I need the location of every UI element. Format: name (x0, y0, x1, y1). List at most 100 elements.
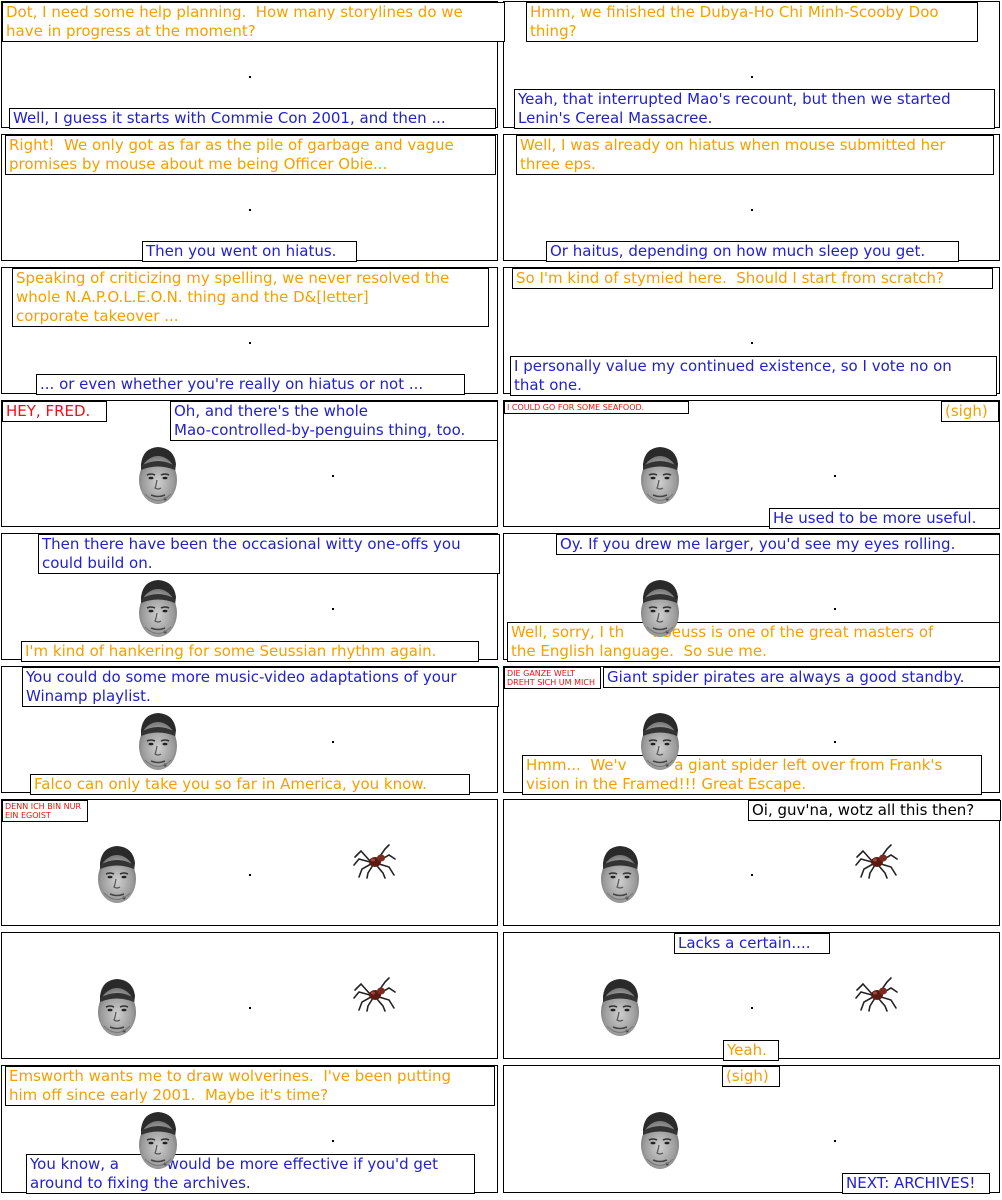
panel-dot (834, 1140, 836, 1142)
comic-panel: Oi, guv'na, wotz all this then? (503, 799, 1001, 926)
panel-dot (834, 475, 836, 477)
bubble-line: Then there have been the occasional witt… (42, 535, 461, 553)
speech-bubble-fred: NEXT: ARCHIVES! (842, 1173, 990, 1194)
bubble-line: Mao-controlled-by-penguins thing, too. (174, 421, 466, 439)
speech-bubble-fred: Or haitus, depending on how much sleep y… (546, 241, 959, 262)
panel-dot (332, 608, 334, 610)
panel-dot (751, 874, 753, 876)
bubble-line: corporate takeover ... (16, 307, 179, 325)
speech-bubble-fred: Oh, and there's the whole Mao-controlled-… (170, 401, 498, 441)
spider-icon (353, 843, 397, 883)
speech-bubble-shout: DENN ICH BIN NUR EIN EGOIST (2, 800, 88, 822)
mao-face-icon (633, 710, 687, 778)
mao-face-icon (593, 843, 647, 911)
bubble-line: Hmm... We'v a giant spider left over fro… (526, 756, 943, 774)
comic-panel: DIE GANZE WELT DREHT SICH UM MICH Giant sp… (503, 666, 1000, 795)
comic-panel: Well, I was already on hiatus when mouse… (503, 134, 1000, 262)
bubble-line: NEXT: ARCHIVES! (846, 1174, 976, 1192)
bubble-line: EIN EGOIST (5, 811, 51, 820)
bubble-line: whole N.A.P.O.L.E.O.N. thing and the D&[… (16, 288, 369, 306)
speech-bubble-shout: HEY, FRED. (2, 401, 107, 422)
bubble-line: Lacks a certain.... (678, 934, 811, 952)
panel-dot (332, 1140, 334, 1142)
bubble-line: He used to be more useful. (773, 509, 977, 527)
speech-bubble-fred: Giant spider pirates are always a good s… (603, 667, 1000, 688)
panel-dot (751, 209, 753, 211)
bubble-line: the English language. So sue me. (511, 642, 767, 660)
mao-face-icon (131, 577, 185, 645)
spider-icon (353, 976, 397, 1016)
bubble-line: I personally value my continued existenc… (514, 357, 952, 375)
bubble-line: Yeah, that interrupted Mao's recount, bu… (518, 90, 951, 108)
bubble-line: Speaking of criticizing my spelling, we … (16, 269, 450, 287)
bubble-line: Oh, and there's the whole (174, 402, 368, 420)
panel-dot (249, 342, 251, 344)
bubble-line: Hmm, we finished the Dubya-Ho Chi Minh-S… (530, 3, 939, 21)
panel-dot (332, 475, 334, 477)
comic-panel: Then there have been the occasional witt… (1, 533, 500, 662)
bubble-line: Lenin's Cereal Massacree. (518, 109, 713, 127)
bubble-line: I COULD GO FOR SOME SEAFOOD. (507, 403, 645, 412)
panel-dot (834, 741, 836, 743)
speech-bubble-dot: Well, sorry, I th . Seuss is one of the … (507, 622, 1000, 662)
bubble-line: Yeah. (727, 1041, 767, 1059)
speech-bubble-dot: (sigh) (722, 1066, 780, 1087)
bubble-line: Well, I guess it starts with Commie Con … (13, 109, 446, 127)
bubble-line: So I'm kind of stymied here. Should I st… (516, 269, 945, 287)
mao-face-icon (131, 444, 185, 512)
comic-panel: Right! We only got as far as the pile of… (1, 134, 498, 262)
comic-panel: You could do some more music-video adapt… (1, 666, 499, 795)
speech-bubble-dot: Hmm, we finished the Dubya-Ho Chi Minh-S… (526, 2, 978, 42)
speech-bubble-fred: He used to be more useful. (769, 508, 1000, 529)
mao-face-icon (90, 976, 144, 1044)
comic-panel: Hmm, we finished the Dubya-Ho Chi Minh-S… (503, 1, 1000, 129)
speech-bubble-fred: You could do some more music-video adapt… (22, 667, 499, 707)
bubble-line: I'm kind of hankering for some Seussian … (25, 642, 437, 660)
bubble-line: Well, sorry, I th . Seuss is one of the … (511, 623, 934, 641)
panel-dot (332, 741, 334, 743)
comic-panel: Lacks a certain.... Yeah. (503, 932, 1000, 1061)
speech-bubble-other: Oi, guv'na, wotz all this then? (748, 800, 1001, 821)
speech-bubble-fred: You know, a would be more effective if y… (26, 1154, 475, 1194)
comic-panel: Speaking of criticizing my spelling, we … (1, 267, 498, 395)
comic-panel: So I'm kind of stymied here. Should I st… (503, 267, 1000, 396)
bubble-line: Dot, I need some help planning. How many… (6, 3, 463, 21)
comic-panel (1, 932, 498, 1059)
panel-dot (834, 608, 836, 610)
mao-face-icon (131, 710, 185, 778)
bubble-line: around to fixing the archives. (30, 1174, 251, 1192)
bubble-line: You know, a would be more effective if y… (30, 1155, 439, 1173)
speech-bubble-dot: Emsworth wants me to draw wolverines. I'… (5, 1066, 495, 1106)
bubble-line: DENN ICH BIN NUR (5, 802, 82, 811)
panel-dot (249, 874, 251, 876)
speech-bubble-fred: Lacks a certain.... (674, 933, 830, 954)
bubble-line: promises by mouse about me being Officer… (9, 155, 388, 173)
spider-icon (855, 976, 899, 1016)
bubble-line: that one. (514, 376, 582, 394)
panel-dot (751, 342, 753, 344)
speech-bubble-dot: Well, I was already on hiatus when mouse… (516, 135, 994, 175)
bubble-line: could build on. (42, 554, 153, 572)
speech-bubble-dot: I'm kind of hankering for some Seussian … (21, 641, 479, 662)
bubble-line: Then you went on hiatus. (146, 242, 337, 260)
speech-bubble-dot: (sigh) (941, 401, 999, 422)
mao-face-icon (633, 1109, 687, 1177)
bubble-line: him off since early 2001. Maybe it's tim… (9, 1086, 329, 1104)
bubble-line: Right! We only got as far as the pile of… (9, 136, 454, 154)
bubble-line: You could do some more music-video adapt… (26, 668, 457, 686)
bubble-line: Winamp playlist. (26, 687, 151, 705)
speech-bubble-dot: Dot, I need some help planning. How many… (2, 2, 505, 42)
comic-panel: Oy. If you drew me larger, you'd see my … (503, 533, 1000, 662)
panel-dot (751, 76, 753, 78)
comic-panel: I COULD GO FOR SOME SEAFOOD. (sigh) He use… (503, 400, 1000, 529)
panel-dot (249, 76, 251, 78)
comic-panel: HEY, FRED. Oh, and there's the whole Mao-c… (1, 400, 498, 527)
bubble-line: HEY, FRED. (6, 402, 91, 420)
mao-face-icon (593, 976, 647, 1044)
mao-face-icon (90, 843, 144, 911)
bubble-line: thing? (530, 22, 577, 40)
bubble-line: Falco can only take you so far in Americ… (34, 775, 427, 793)
speech-bubble-dot: Yeah. (723, 1040, 779, 1061)
bubble-line: (sigh) (726, 1067, 769, 1085)
spider-icon (855, 843, 899, 883)
